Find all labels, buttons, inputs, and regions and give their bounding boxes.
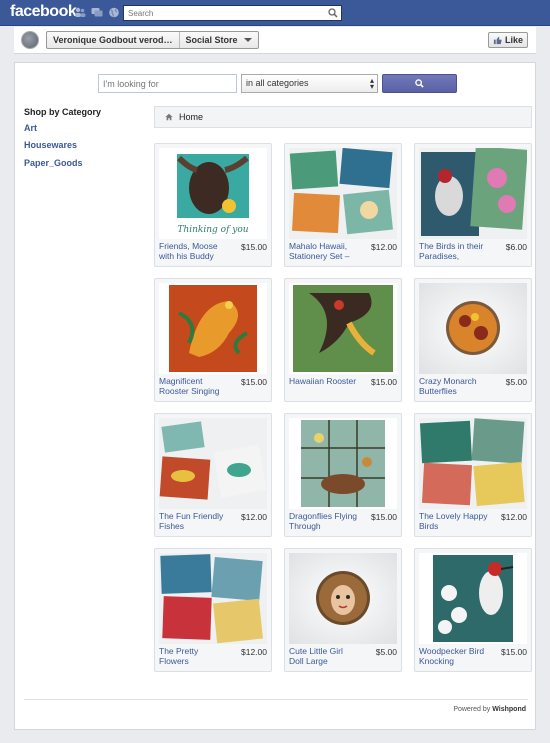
page-header: Veronique Godbout verod… Social Store Li…	[14, 27, 536, 54]
product-title[interactable]: The Pretty Flowers	[159, 646, 229, 666]
sidebar-heading: Shop by Category	[24, 107, 102, 117]
powered-by-brand-link[interactable]: Wishpond	[492, 706, 526, 713]
product-price: $12.00	[241, 647, 267, 657]
product-image-bird-cards[interactable]	[419, 418, 527, 509]
facebook-search-box[interactable]	[123, 5, 342, 21]
product-title[interactable]: Magnificent Rooster Singing	[159, 376, 229, 396]
store-search-bar: in all categories ▴▾	[98, 74, 457, 93]
breadcrumb: Home	[154, 106, 532, 128]
search-icon[interactable]	[328, 8, 338, 18]
page-breadcrumb: Veronique Godbout verod… Social Store	[46, 31, 259, 49]
footer-divider	[24, 699, 528, 700]
thumbs-up-icon	[493, 36, 502, 44]
product-title[interactable]: Dragonflies Flying Through	[289, 511, 359, 531]
category-select-value: in all categories	[246, 78, 309, 88]
product-title[interactable]: Cute Little Girl Doll Large	[289, 646, 359, 666]
product-title[interactable]: The Lovely Happy Birds	[419, 511, 489, 531]
product-image-rooster-red[interactable]	[159, 283, 267, 374]
product-title[interactable]: Hawaiian Rooster	[289, 376, 359, 387]
product-title[interactable]: Crazy Monarch Butterflies	[419, 376, 489, 396]
product-title[interactable]: The Fun Friendly Fishes	[159, 511, 229, 531]
friend-requests-icon[interactable]	[74, 7, 86, 18]
product-card[interactable]: Magnificent Rooster Singing $15.00	[154, 278, 272, 402]
category-link-housewares[interactable]: Housewares	[24, 140, 77, 150]
product-title[interactable]: Mahalo Hawaii, Stationery Set –	[289, 241, 359, 261]
product-price: $5.00	[505, 377, 527, 387]
facebook-logo[interactable]: facebook	[10, 3, 77, 21]
product-image-rooster[interactable]	[289, 283, 397, 374]
store-app: in all categories ▴▾ Shop by Category Ar…	[14, 62, 536, 730]
product-card[interactable]: Cute Little Girl Doll Large $5.00	[284, 548, 402, 672]
page-avatar[interactable]	[21, 31, 39, 49]
category-link-art[interactable]: Art	[24, 123, 37, 133]
product-image-stained-glass[interactable]	[289, 418, 397, 509]
svg-text:Thinking of you: Thinking of you	[177, 225, 248, 235]
product-card[interactable]: Hawaiian Rooster $15.00	[284, 278, 402, 402]
product-image-cards[interactable]	[289, 148, 397, 239]
page-name-link[interactable]: Veronique Godbout verod…	[47, 32, 180, 48]
product-image-birds[interactable]	[419, 148, 527, 239]
messages-icon[interactable]	[91, 7, 103, 18]
facebook-top-bar: facebook	[0, 0, 550, 26]
product-price: $15.00	[501, 647, 527, 657]
product-price: $5.00	[375, 647, 397, 657]
product-price: $15.00	[371, 377, 397, 387]
search-icon	[415, 79, 424, 88]
product-title[interactable]: Friends, Moose with his Buddy	[159, 241, 229, 261]
like-button[interactable]: Like	[488, 32, 528, 48]
product-card[interactable]: Dragonflies Flying Through $15.00	[284, 413, 402, 537]
product-card[interactable]: The Fun Friendly Fishes $12.00	[154, 413, 272, 537]
product-card[interactable]: Thinking of you Friends, Moose with his …	[154, 143, 272, 267]
powered-by-prefix: Powered by	[453, 706, 491, 713]
product-card[interactable]: The Lovely Happy Birds $12.00	[414, 413, 532, 537]
category-link-paper-goods[interactable]: Paper_Goods	[24, 158, 83, 168]
product-title[interactable]: Woodpecker Bird Knocking	[419, 646, 489, 666]
product-price: $12.00	[241, 512, 267, 522]
product-title[interactable]: The Birds in their Paradises,	[419, 241, 489, 261]
product-card[interactable]: The Birds in their Paradises, $6.00	[414, 143, 532, 267]
product-price: $15.00	[371, 512, 397, 522]
powered-by: Powered by Wishpond	[453, 706, 526, 713]
product-image-moose[interactable]: Thinking of you	[159, 148, 267, 239]
product-search-input[interactable]	[98, 74, 237, 93]
product-price: $15.00	[241, 377, 267, 387]
product-image-monarch-button[interactable]	[419, 283, 527, 374]
page-tab-label: Social Store	[185, 34, 238, 45]
product-card[interactable]: The Pretty Flowers $12.00	[154, 548, 272, 672]
product-price: $15.00	[241, 242, 267, 252]
breadcrumb-home[interactable]: Home	[179, 112, 203, 122]
product-image-fish-cards[interactable]	[159, 418, 267, 509]
product-image-flower-cards[interactable]	[159, 553, 267, 644]
page-tab-dropdown[interactable]: Social Store	[180, 32, 258, 48]
chevron-down-icon	[243, 38, 252, 42]
facebook-search-input[interactable]	[124, 6, 324, 20]
product-price: $12.00	[501, 512, 527, 522]
notification-jewels	[74, 7, 120, 18]
category-select[interactable]: in all categories ▴ ▾	[241, 74, 378, 93]
notifications-globe-icon[interactable]	[108, 7, 120, 18]
select-arrows-icon: ▴ ▾	[369, 76, 374, 91]
product-card[interactable]: Mahalo Hawaii, Stationery Set – $12.00	[284, 143, 402, 267]
product-price: $6.00	[505, 242, 527, 252]
product-price: $12.00	[371, 242, 397, 252]
like-button-label: Like	[504, 35, 523, 45]
product-card[interactable]: Woodpecker Bird Knocking $15.00	[414, 548, 532, 672]
home-icon	[165, 113, 173, 121]
product-image-girl-button[interactable]	[289, 553, 397, 644]
store-search-button[interactable]	[382, 74, 457, 93]
product-image-woodpecker[interactable]	[419, 553, 527, 644]
product-card[interactable]: Crazy Monarch Butterflies $5.00	[414, 278, 532, 402]
